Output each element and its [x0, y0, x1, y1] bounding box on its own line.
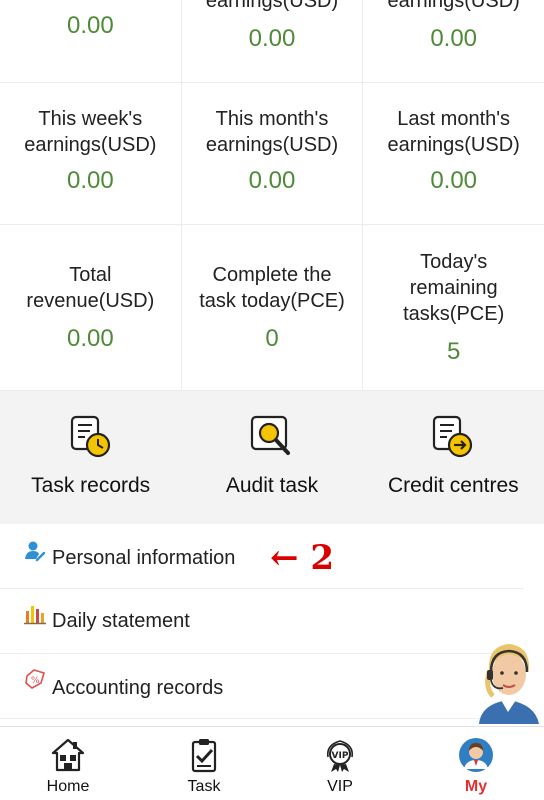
stat-cell-total-revenue: Total revenue(USD) 0.00	[0, 225, 182, 390]
stat-value: 0.00	[66, 325, 114, 352]
nav-my[interactable]: My	[408, 727, 544, 800]
nav-task[interactable]: Task	[136, 727, 272, 800]
stat-label: This week's earnings(USD)	[0, 106, 181, 158]
menu-item-accounting-records[interactable]: % Accounting records	[0, 654, 524, 719]
stat-value: 0.00	[430, 167, 478, 194]
stat-value: 0.00	[248, 25, 296, 52]
menu-item-label: Personal information	[52, 547, 236, 569]
nav-home[interactable]: Home	[0, 727, 136, 800]
stat-cell-yesterday-earnings: earnings(USD) 0.00	[182, 0, 364, 82]
my-account-page: 0.00 earnings(USD) 0.00 earnings(USD) 0.…	[0, 0, 544, 800]
bottom-navigation: Home Task VIP VIP My	[0, 726, 544, 800]
stat-label-line: This month's	[215, 108, 329, 130]
stat-label: Complete the task today(PCE)	[182, 262, 363, 314]
stat-label-line: This week's	[38, 108, 143, 130]
stat-value: 0.00	[66, 167, 114, 194]
stat-label: Last month's earnings(USD)	[363, 106, 544, 158]
action-label: Task records	[31, 474, 151, 497]
credit-centres-button[interactable]: Credit centres	[363, 391, 544, 524]
stat-value: 0	[265, 325, 279, 352]
stat-label-line: tasks(PCE)	[403, 303, 505, 325]
stats-row-2: This week's earnings(USD) 0.00 This mont…	[0, 82, 544, 225]
stat-label: earnings(USD)	[205, 0, 339, 12]
house-icon	[51, 738, 85, 772]
audit-task-button[interactable]: Audit task	[181, 391, 362, 524]
stat-label-line: revenue(USD)	[26, 290, 155, 312]
credit-arrow-icon	[433, 415, 473, 458]
stat-value: 5	[447, 338, 461, 365]
stat-label-line: earnings(USD)	[205, 134, 339, 156]
nav-vip[interactable]: VIP VIP	[272, 727, 408, 800]
stat-label-line: Total	[69, 264, 112, 286]
stat-label: Today's remaining tasks(PCE)	[363, 249, 544, 327]
action-label: Credit centres	[387, 474, 519, 497]
stat-cell-month-earnings: This month's earnings(USD) 0.00	[182, 82, 364, 224]
stat-cell-week-earnings: This week's earnings(USD) 0.00	[0, 82, 182, 224]
stat-label-line: Last month's	[397, 108, 511, 130]
percent-tag-icon: %	[25, 669, 45, 689]
clipboard-check-icon	[191, 739, 217, 773]
audit-magnifier-icon	[250, 415, 290, 455]
stats-row-3: Total revenue(USD) 0.00 Complete the tas…	[0, 225, 544, 391]
stat-cell-last-month-earnings: Last month's earnings(USD) 0.00	[363, 82, 544, 224]
menu-item-label: Daily statement	[52, 610, 190, 632]
bar-chart-icon	[24, 606, 46, 625]
stat-cell-remaining-tasks: Today's remaining tasks(PCE) 5	[363, 225, 544, 390]
menu-item-label: Accounting records	[52, 677, 224, 699]
svg-text:%: %	[31, 676, 40, 686]
stat-label-line: Today's	[420, 251, 488, 273]
menu-item-personal-information[interactable]: Personal information	[0, 524, 524, 589]
stat-label-line: task today(PCE)	[199, 290, 345, 312]
task-records-button[interactable]: Task records	[0, 391, 181, 524]
customer-service-agent-avatar[interactable]	[473, 638, 544, 724]
user-avatar-icon	[459, 738, 493, 772]
stats-row-1: 0.00 earnings(USD) 0.00 earnings(USD) 0.…	[0, 0, 544, 83]
stat-label-line: Complete the	[212, 264, 332, 286]
stat-cell-earnings: earnings(USD) 0.00	[363, 0, 544, 82]
stat-value: 0.00	[430, 25, 478, 52]
nav-label: My	[464, 778, 488, 795]
task-records-icon	[70, 415, 110, 458]
nav-label: Home	[46, 778, 90, 795]
menu-item-daily-statement[interactable]: Daily statement	[0, 589, 524, 654]
nav-label: Task	[187, 778, 221, 795]
stat-label-line: earnings(USD)	[387, 134, 520, 156]
svg-text:VIP: VIP	[332, 751, 349, 761]
annotation-arrow-2: ← 2	[270, 538, 334, 578]
stat-label-line: remaining	[409, 277, 498, 299]
stat-label-line: earnings(USD)	[24, 134, 157, 156]
stat-label: Total revenue(USD)	[0, 262, 181, 314]
quick-actions: Task records Audit task Credit centres	[0, 391, 544, 524]
action-label: Audit task	[225, 474, 319, 497]
stat-cell-today-earnings: 0.00	[0, 0, 182, 82]
stat-label: earnings(USD)	[387, 0, 520, 12]
vip-badge-icon: VIP	[326, 740, 354, 772]
stat-label: This month's earnings(USD)	[182, 106, 363, 158]
stat-value: 0.00	[248, 167, 296, 194]
nav-label: VIP	[327, 778, 353, 795]
stat-value: 0.00	[66, 12, 114, 39]
stat-cell-completed-tasks: Complete the task today(PCE) 0	[182, 225, 364, 390]
person-edit-icon	[25, 541, 46, 562]
